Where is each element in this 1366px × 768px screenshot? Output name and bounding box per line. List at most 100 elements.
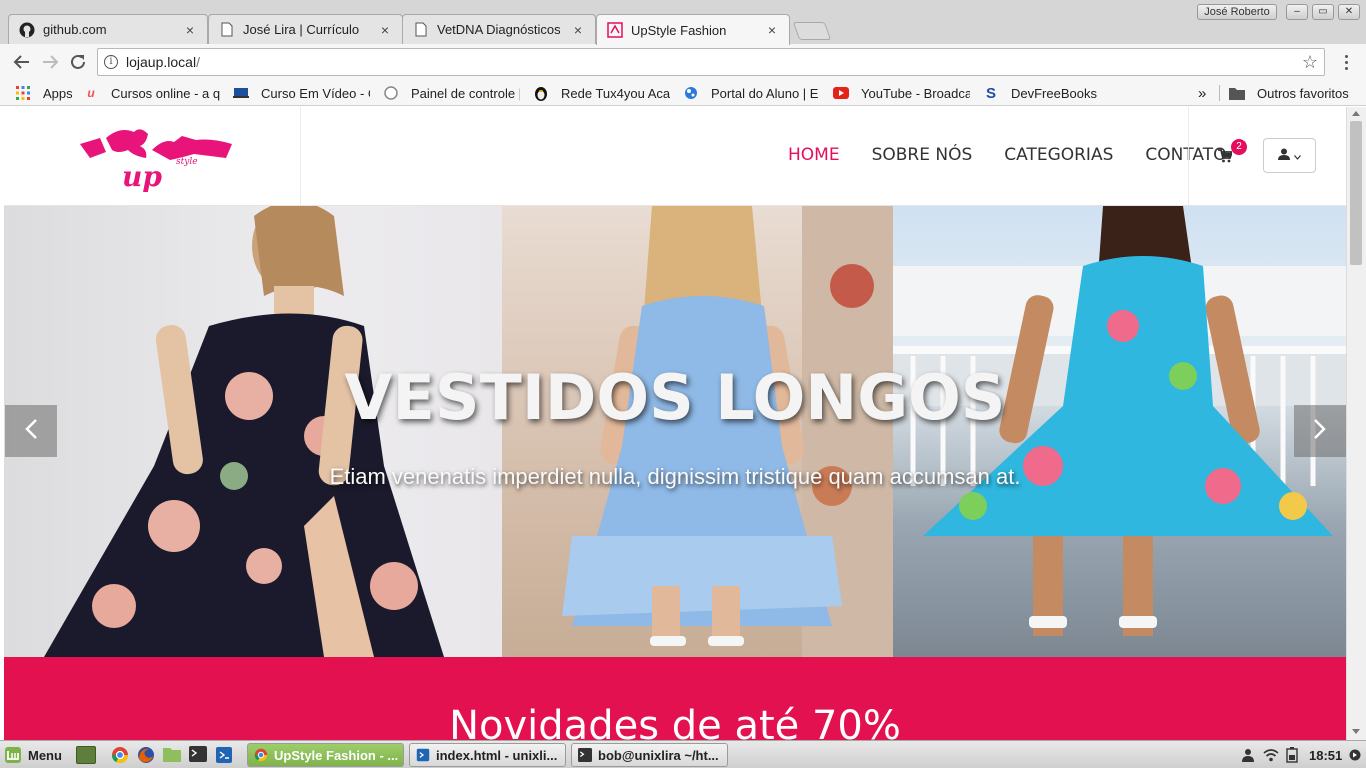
maximize-icon[interactable]: ▭ (1312, 4, 1334, 20)
tab-vetdna[interactable]: VetDNA Diagnósticos M × (402, 14, 596, 44)
tab-upstyle[interactable]: UpStyle Fashion × (596, 14, 790, 45)
url-host: lojaup.local (126, 54, 197, 70)
user-switch-icon[interactable] (1241, 743, 1257, 767)
mint-logo-icon (4, 746, 22, 764)
clock[interactable]: 18:51 (1309, 743, 1349, 767)
browser-menu-icon[interactable] (1336, 50, 1356, 74)
circle-icon (383, 85, 399, 101)
promo-section: Novidades de até 70% (4, 657, 1346, 740)
close-window-icon[interactable]: ✕ (1338, 4, 1360, 20)
document-icon (219, 22, 235, 38)
chevron-down-icon (1294, 147, 1301, 165)
terminal-launcher-icon[interactable] (189, 746, 209, 764)
info-icon[interactable]: i (104, 55, 118, 69)
bookmark-udemy[interactable]: u Cursos online - a qu (83, 83, 220, 103)
editor-icon (416, 748, 430, 762)
promo-title: Novidades de até 70% (449, 703, 901, 740)
bookmark-tux4you[interactable]: Rede Tux4you Acad (533, 83, 670, 103)
carousel-next-button[interactable] (1294, 405, 1346, 457)
bookmark-apps[interactable]: Apps (15, 83, 75, 103)
hero-carousel: VESTIDOS LONGOS Etiam venenatis imperdie… (4, 206, 1346, 657)
scroll-thumb[interactable] (1350, 121, 1362, 265)
logo-text: up (122, 160, 162, 193)
profile-name[interactable]: José Roberto (1197, 4, 1277, 20)
devfreebooks-icon: S (985, 84, 996, 102)
reload-icon[interactable] (66, 50, 90, 74)
close-icon[interactable]: × (571, 22, 585, 38)
browser-toolbar: i lojaup.local / ☆ (0, 44, 1366, 80)
battery-icon[interactable] (1286, 743, 1302, 767)
minimize-icon[interactable]: – (1286, 4, 1308, 20)
tab-label: José Lira | Currículo (243, 22, 360, 37)
vscode-launcher-icon[interactable] (215, 746, 235, 764)
firefox-launcher-icon[interactable] (137, 746, 157, 764)
chrome-launcher-icon[interactable] (111, 746, 131, 764)
youtube-icon (833, 85, 849, 101)
nav-contato[interactable]: CONTATO (1145, 145, 1226, 165)
portal-icon (683, 85, 699, 101)
bookmarks-bar: Apps u Cursos online - a qu Curso Em Víd… (0, 80, 1366, 106)
back-icon[interactable] (10, 50, 34, 74)
udemy-icon: u (87, 86, 95, 100)
chrome-icon (254, 748, 268, 762)
address-bar[interactable]: i lojaup.local / ☆ (97, 48, 1325, 76)
scroll-down-icon[interactable] (1352, 729, 1360, 734)
nav-categorias[interactable]: CATEGORIAS (1004, 145, 1113, 165)
upstyle-logo[interactable]: style up (76, 124, 246, 194)
tab-github[interactable]: github.com × (8, 14, 208, 44)
wifi-icon[interactable] (1263, 743, 1281, 767)
taskbar-window-upstyle[interactable]: UpStyle Fashion - ... (247, 743, 404, 767)
github-icon (19, 22, 35, 38)
bookmark-other-favorites[interactable]: Outros favoritos (1229, 83, 1359, 103)
scroll-up-icon[interactable] (1352, 111, 1360, 116)
user-icon (1278, 147, 1290, 165)
tab-curriculo[interactable]: José Lira | Currículo × (208, 14, 403, 44)
bookmark-cursoemvideo[interactable]: Curso Em Vídeo - Cu (233, 83, 370, 103)
tab-label: github.com (43, 22, 107, 37)
bookmark-star-icon[interactable]: ☆ (1302, 52, 1318, 73)
upstyle-favicon (607, 22, 623, 38)
page-scrollbar[interactable] (1346, 107, 1366, 740)
close-icon[interactable]: × (765, 22, 779, 38)
cursoemvideo-icon (233, 85, 249, 101)
carousel-prev-button[interactable] (5, 405, 57, 457)
hero-title: VESTIDOS LONGOS (344, 361, 1006, 434)
close-icon[interactable]: × (378, 22, 392, 38)
bookmark-painel[interactable]: Painel de controle | (383, 83, 520, 103)
site-header: style up HOME SOBRE NÓS CATEGORIAS CONTA… (4, 107, 1346, 206)
apps-grid-icon (15, 85, 31, 101)
taskbar-window-editor[interactable]: index.html - unixli... (409, 743, 566, 767)
taskbar-window-terminal[interactable]: bob@unixlira ~/ht... (571, 743, 728, 767)
bookmarks-overflow-button[interactable]: » (1198, 83, 1212, 103)
bookmark-devfreebooks[interactable]: S DevFreeBooks (983, 83, 1120, 103)
logo-tagline: style (176, 157, 198, 167)
bookmark-portal[interactable]: Portal do Aluno | E (683, 83, 820, 103)
nav-sobre-nos[interactable]: SOBRE NÓS (872, 145, 973, 165)
user-menu-button[interactable] (1263, 138, 1316, 173)
new-tab-button[interactable] (792, 22, 832, 40)
taskbar: Menu UpStyle Fashion - ... index.html - … (0, 740, 1366, 768)
forward-icon[interactable] (38, 50, 62, 74)
document-icon (413, 22, 429, 38)
tux-icon (533, 85, 549, 101)
terminal-icon (578, 748, 592, 762)
main-nav: HOME SOBRE NÓS CATEGORIAS CONTATO (788, 145, 1226, 165)
notifications-icon[interactable] (1349, 743, 1363, 767)
close-icon[interactable]: × (183, 22, 197, 38)
files-launcher-icon[interactable] (163, 746, 183, 764)
folder-icon (1229, 85, 1245, 101)
logo-area: style up (4, 107, 301, 206)
tab-label: UpStyle Fashion (631, 22, 727, 38)
tab-label: VetDNA Diagnósticos M (437, 22, 563, 37)
tab-strip: github.com × José Lira | Currículo × Vet… (0, 0, 1366, 45)
chevron-left-icon (24, 418, 38, 445)
bookmarks-divider (1219, 85, 1220, 101)
hero-subtitle: Etiam venenatis imperdiet nulla, digniss… (329, 464, 1021, 489)
page-viewport: style up HOME SOBRE NÓS CATEGORIAS CONTA… (4, 107, 1346, 740)
nav-home[interactable]: HOME (788, 145, 840, 165)
start-menu-button[interactable]: Menu (4, 743, 66, 767)
cart-count-badge: 2 (1231, 139, 1247, 155)
bookmark-youtube[interactable]: YouTube - Broadcas (833, 83, 970, 103)
show-desktop-icon[interactable] (76, 746, 96, 764)
header-divider (1188, 107, 1189, 206)
